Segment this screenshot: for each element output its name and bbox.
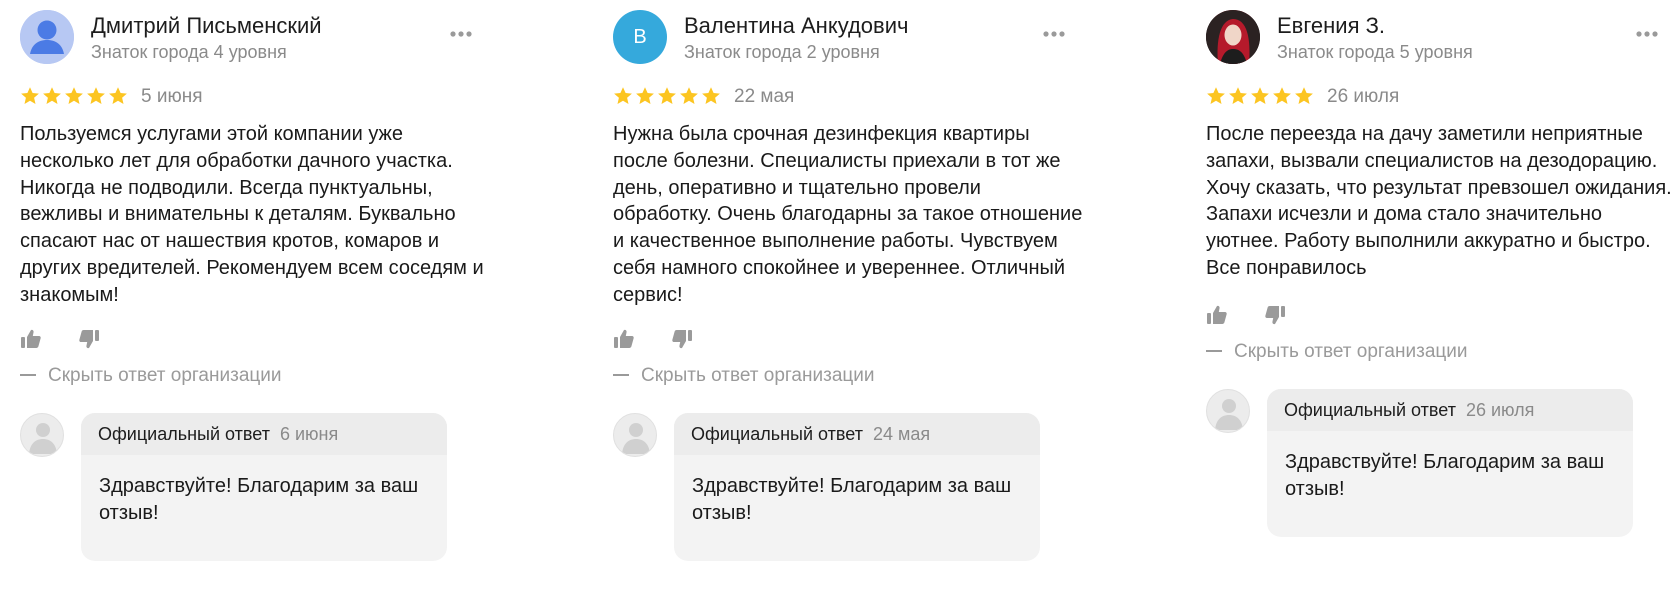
answer-text: Здравствуйте! Благодарим за ваш отзыв!	[1285, 451, 1605, 500]
star-icon	[21, 87, 39, 104]
org-silhouette-icon	[622, 423, 650, 454]
author-name[interactable]: Валентина Анкудович	[684, 13, 908, 39]
review-text: Нужна была срочная дезинфекция квартиры …	[613, 123, 1083, 306]
dash-icon	[20, 373, 36, 376]
hide-answer-label: Скрыть ответ организации	[641, 365, 875, 386]
hide-answer-label: Скрыть ответ организации	[1234, 341, 1468, 362]
thumbs-up-icon	[21, 329, 41, 348]
answer-date: 6 июня	[279, 423, 339, 444]
official-answer: Официальный ответ 24 мая Здравствуйте! Б…	[674, 413, 1040, 561]
author-level: Знаток города 2 уровня	[684, 42, 880, 62]
star-icon	[109, 87, 127, 104]
org-silhouette-icon	[1215, 399, 1243, 430]
answer-text: Здравствуйте! Благодарим за ваш отзыв!	[692, 475, 1012, 524]
answer-text: Здравствуйте! Благодарим за ваш отзыв!	[99, 475, 419, 524]
user-photo-icon	[1206, 10, 1260, 64]
answer-label: Официальный ответ	[98, 423, 270, 444]
review-date: 22 мая	[734, 86, 795, 107]
answer-date: 24 мая	[872, 423, 931, 444]
answer-label: Официальный ответ	[1284, 399, 1456, 420]
official-answer: Официальный ответ 6 июня Здравствуйте! Б…	[81, 413, 447, 561]
author-avatar[interactable]	[1206, 10, 1260, 64]
review-card: Евгения З. Знаток города 5 уровня 26 июл…	[1206, 0, 1676, 612]
org-avatar	[1206, 389, 1250, 433]
dash-icon	[1206, 349, 1222, 352]
star-icon	[1251, 87, 1269, 104]
hide-answer-link[interactable]: Скрыть ответ организации	[613, 365, 875, 387]
hide-answer-link[interactable]: Скрыть ответ организации	[1206, 341, 1468, 363]
like-button[interactable]	[613, 328, 635, 350]
author-level: Знаток города 5 уровня	[1277, 42, 1473, 62]
official-answer: Официальный ответ 26 июля Здравствуйте! …	[1267, 389, 1633, 537]
rating-stars	[1206, 86, 1314, 106]
answer-header: Официальный ответ 6 июня	[81, 413, 447, 455]
dislike-button[interactable]	[78, 328, 100, 350]
star-icon	[87, 87, 105, 104]
answer-date: 26 июля	[1465, 399, 1535, 420]
author-avatar[interactable]	[20, 10, 74, 64]
like-button[interactable]	[20, 328, 42, 350]
review-text: После переезда на дачу заметили неприятн…	[1206, 123, 1672, 279]
hide-answer-link[interactable]: Скрыть ответ организации	[20, 365, 282, 387]
review-card: В Валентина Анкудович Знаток города 2 ур…	[613, 0, 1083, 612]
org-avatar	[20, 413, 64, 457]
thumbs-down-icon	[79, 330, 99, 349]
more-options-button[interactable]	[448, 26, 480, 42]
review-date: 26 июля	[1327, 86, 1400, 107]
like-button[interactable]	[1206, 304, 1228, 326]
review-text: Пользуемся услугами этой компании уже не…	[20, 123, 484, 306]
star-icon	[1207, 87, 1225, 104]
ellipsis-icon	[1043, 31, 1065, 37]
more-options-button[interactable]	[1634, 26, 1666, 42]
star-icon	[614, 87, 632, 104]
author-avatar[interactable]: В	[613, 10, 667, 64]
star-icon	[680, 87, 698, 104]
star-icon	[1295, 87, 1313, 104]
org-silhouette-icon	[29, 423, 57, 454]
thumbs-down-icon	[1265, 306, 1285, 325]
rating-stars	[20, 86, 128, 106]
answer-header: Официальный ответ 24 мая	[674, 413, 1040, 455]
dash-icon	[613, 373, 629, 376]
author-name[interactable]: Евгения З.	[1277, 13, 1385, 39]
dislike-button[interactable]	[1264, 304, 1286, 326]
thumbs-up-icon	[1207, 305, 1227, 324]
dislike-button[interactable]	[671, 328, 693, 350]
star-icon	[636, 87, 654, 104]
star-icon	[43, 87, 61, 104]
review-date: 5 июня	[141, 86, 203, 107]
author-level: Знаток города 4 уровня	[91, 42, 287, 62]
star-icon	[1273, 87, 1291, 104]
more-options-button[interactable]	[1041, 26, 1073, 42]
ellipsis-icon	[450, 31, 472, 37]
star-icon	[658, 87, 676, 104]
review-card: Дмитрий Письменский Знаток города 4 уров…	[20, 0, 490, 612]
author-name[interactable]: Дмитрий Письменский	[91, 13, 322, 39]
rating-stars	[613, 86, 721, 106]
star-icon	[1229, 87, 1247, 104]
user-silhouette-icon	[20, 10, 74, 64]
hide-answer-label: Скрыть ответ организации	[48, 365, 282, 386]
answer-header: Официальный ответ 26 июля	[1267, 389, 1633, 431]
thumbs-up-icon	[614, 329, 634, 348]
org-avatar	[613, 413, 657, 457]
star-icon	[65, 87, 83, 104]
answer-label: Официальный ответ	[691, 423, 863, 444]
ellipsis-icon	[1636, 31, 1658, 37]
star-icon	[702, 87, 720, 104]
thumbs-down-icon	[672, 330, 692, 349]
